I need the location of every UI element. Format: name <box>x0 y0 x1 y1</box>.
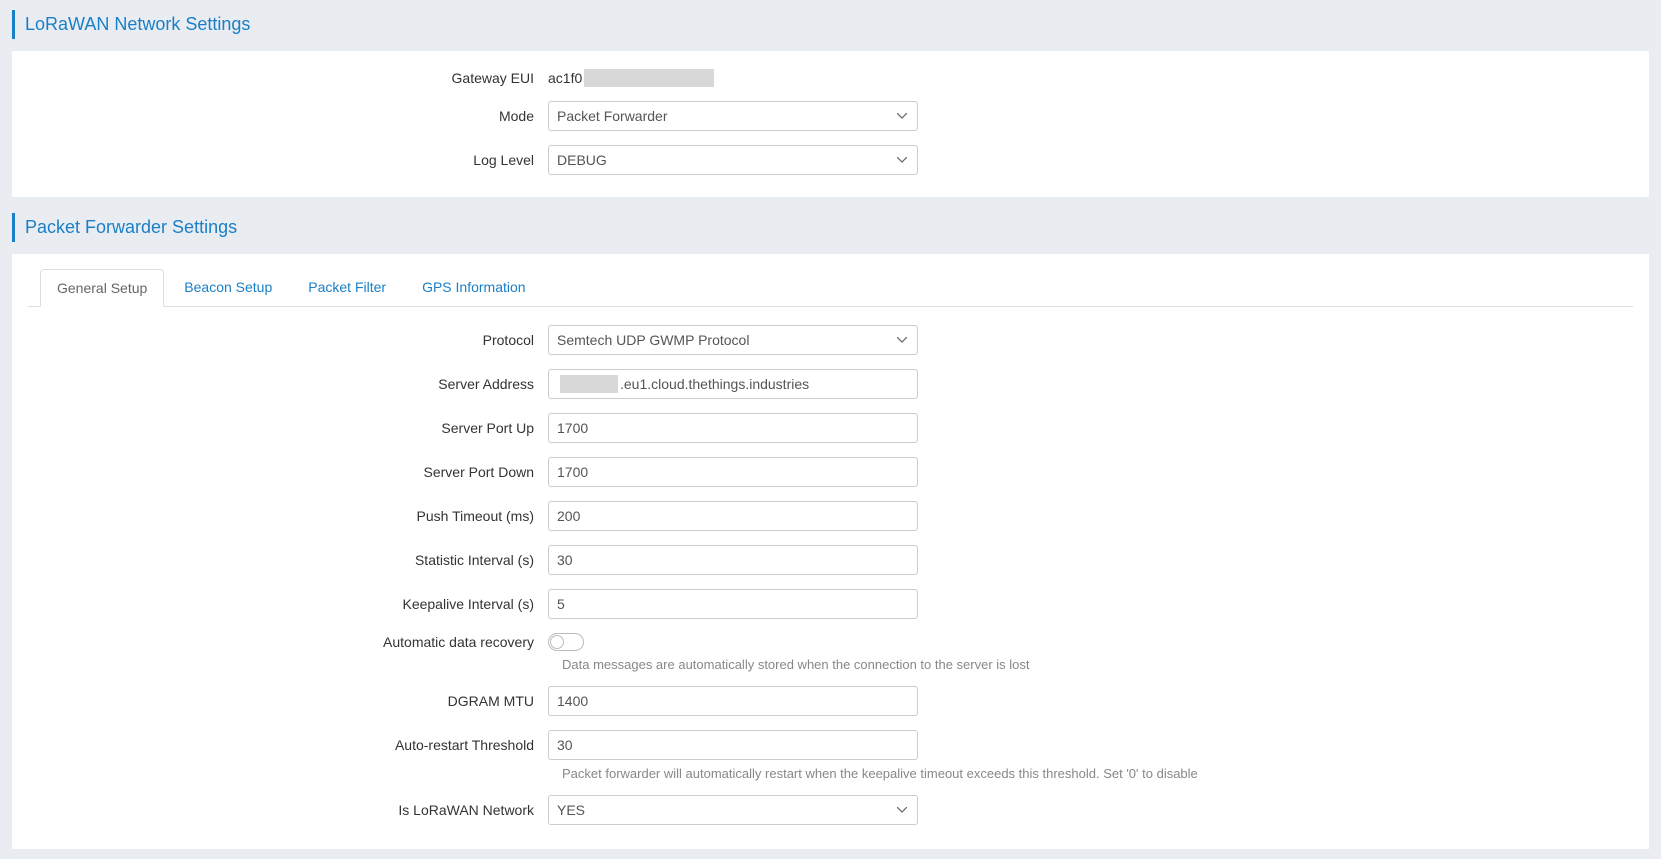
row-mode: Mode Packet Forwarder <box>28 101 1633 131</box>
panel-forwarder: General Setup Beacon Setup Packet Filter… <box>12 254 1649 849</box>
toggle-auto-recovery[interactable] <box>548 633 584 651</box>
row-dgram-mtu: DGRAM MTU <box>28 686 1633 716</box>
row-auto-restart: Auto-restart Threshold <box>28 730 1633 760</box>
help-row-auto-restart: Packet forwarder will automatically rest… <box>562 766 1633 781</box>
row-log-level: Log Level DEBUG <box>28 145 1633 175</box>
row-statistic-interval: Statistic Interval (s) <box>28 545 1633 575</box>
tab-general-setup[interactable]: General Setup <box>40 269 164 307</box>
label-auto-restart: Auto-restart Threshold <box>28 737 548 753</box>
value-gateway-eui: ac1f0 <box>548 69 714 87</box>
input-dgram-mtu[interactable] <box>548 686 918 716</box>
label-auto-recovery: Automatic data recovery <box>28 634 548 650</box>
tab-packet-filter[interactable]: Packet Filter <box>292 269 402 307</box>
row-keepalive-interval: Keepalive Interval (s) <box>28 589 1633 619</box>
label-protocol: Protocol <box>28 332 548 348</box>
row-auto-recovery: Automatic data recovery <box>28 633 1633 651</box>
row-push-timeout: Push Timeout (ms) <box>28 501 1633 531</box>
label-statistic-interval: Statistic Interval (s) <box>28 552 548 568</box>
row-protocol: Protocol Semtech UDP GWMP Protocol <box>28 325 1633 355</box>
input-server-port-down[interactable] <box>548 457 918 487</box>
value-gateway-eui-prefix: ac1f0 <box>548 70 582 86</box>
label-mode: Mode <box>28 108 548 124</box>
tab-gps-information[interactable]: GPS Information <box>406 269 542 307</box>
section-title-network: LoRaWAN Network Settings <box>25 14 1649 35</box>
label-gateway-eui: Gateway EUI <box>28 70 548 86</box>
redacted-gateway-eui <box>584 69 714 87</box>
section-title-forwarder: Packet Forwarder Settings <box>25 217 1649 238</box>
input-auto-restart[interactable] <box>548 730 918 760</box>
input-statistic-interval[interactable] <box>548 545 918 575</box>
input-keepalive-interval[interactable] <box>548 589 918 619</box>
row-gateway-eui: Gateway EUI ac1f0 <box>28 69 1633 87</box>
redacted-server-prefix <box>560 375 618 393</box>
help-auto-restart: Packet forwarder will automatically rest… <box>562 766 1633 781</box>
label-push-timeout: Push Timeout (ms) <box>28 508 548 524</box>
label-dgram-mtu: DGRAM MTU <box>28 693 548 709</box>
row-server-port-down: Server Port Down <box>28 457 1633 487</box>
input-server-address[interactable]: .eu1.cloud.thethings.industries <box>548 369 918 399</box>
label-keepalive-interval: Keepalive Interval (s) <box>28 596 548 612</box>
input-push-timeout[interactable] <box>548 501 918 531</box>
tabs: General Setup Beacon Setup Packet Filter… <box>28 268 1633 307</box>
input-server-port-up[interactable] <box>548 413 918 443</box>
row-server-port-up: Server Port Up <box>28 413 1633 443</box>
label-server-address: Server Address <box>28 376 548 392</box>
row-server-address: Server Address .eu1.cloud.thethings.indu… <box>28 369 1633 399</box>
section-header-forwarder: Packet Forwarder Settings <box>12 213 1649 242</box>
label-is-lorawan: Is LoRaWAN Network <box>28 802 548 818</box>
label-server-port-down: Server Port Down <box>28 464 548 480</box>
select-protocol[interactable]: Semtech UDP GWMP Protocol <box>548 325 918 355</box>
help-auto-recovery: Data messages are automatically stored w… <box>562 657 1633 672</box>
row-is-lorawan: Is LoRaWAN Network YES <box>28 795 1633 825</box>
label-log-level: Log Level <box>28 152 548 168</box>
select-is-lorawan[interactable]: YES <box>548 795 918 825</box>
panel-network: Gateway EUI ac1f0 Mode Packet Forwarder … <box>12 51 1649 197</box>
tab-beacon-setup[interactable]: Beacon Setup <box>168 269 288 307</box>
select-mode[interactable]: Packet Forwarder <box>548 101 918 131</box>
section-header-network: LoRaWAN Network Settings <box>12 10 1649 39</box>
select-log-level[interactable]: DEBUG <box>548 145 918 175</box>
label-server-port-up: Server Port Up <box>28 420 548 436</box>
help-row-auto-recovery: Data messages are automatically stored w… <box>562 657 1633 672</box>
server-address-suffix: .eu1.cloud.thethings.industries <box>620 376 809 392</box>
toggle-knob-icon <box>550 635 564 649</box>
